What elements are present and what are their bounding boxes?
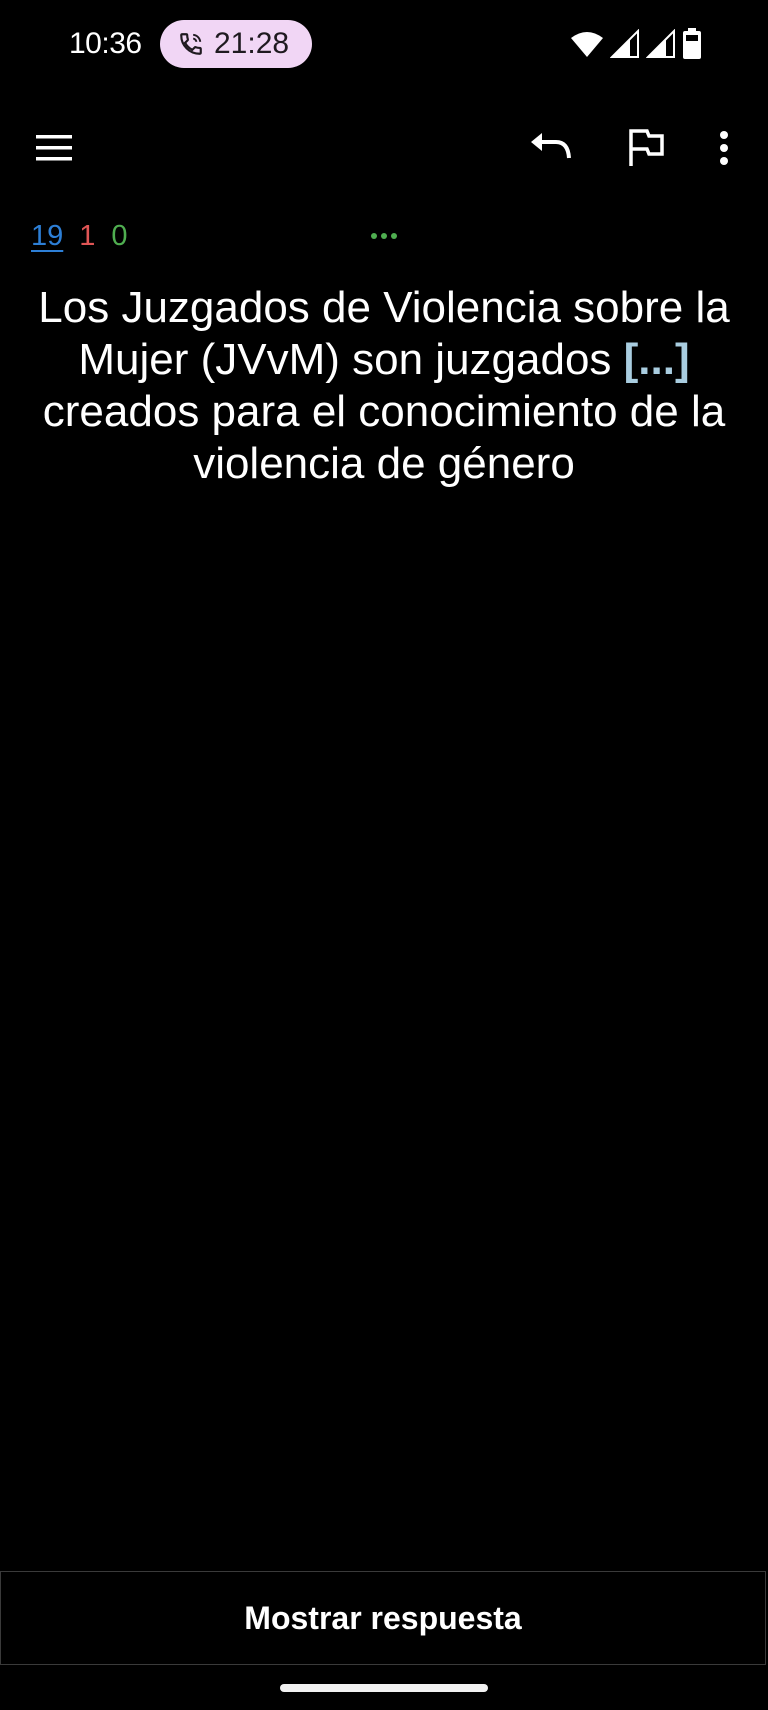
more-vert-icon — [720, 131, 728, 165]
status-bar: 10:36 21:28 — [0, 0, 768, 88]
flag-icon — [629, 129, 664, 166]
gesture-nav-handle[interactable] — [280, 1684, 488, 1692]
card-counts: 19 1 0 — [31, 216, 128, 256]
new-count: 19 — [31, 220, 64, 252]
call-timer: 21:28 — [214, 27, 290, 60]
signal-icon — [610, 29, 639, 58]
cloze-deletion: [...] — [623, 335, 690, 384]
more-horiz-icon — [371, 233, 397, 239]
undo-icon — [531, 133, 571, 159]
learning-count: 1 — [79, 220, 96, 252]
flag-button[interactable] — [614, 116, 678, 180]
menu-button[interactable] — [22, 116, 86, 180]
status-icons — [570, 26, 702, 62]
menu-icon — [36, 135, 72, 161]
battery-icon — [683, 28, 701, 59]
undo-button[interactable] — [518, 116, 582, 180]
show-answer-button[interactable]: Mostrar respuesta — [0, 1571, 766, 1665]
signal-icon — [646, 29, 675, 58]
status-time: 10:36 — [69, 27, 142, 60]
card-question: Los Juzgados de Violencia sobre la Mujer… — [20, 282, 748, 490]
more-options-button[interactable] — [692, 116, 756, 180]
review-count: 0 — [111, 220, 128, 252]
phone-call-icon — [180, 33, 202, 55]
wifi-icon — [571, 32, 603, 57]
app-toolbar — [0, 100, 768, 196]
ongoing-call-chip[interactable]: 21:28 — [160, 20, 312, 68]
card-text-after: creados para el conocimiento de la viole… — [42, 387, 726, 488]
